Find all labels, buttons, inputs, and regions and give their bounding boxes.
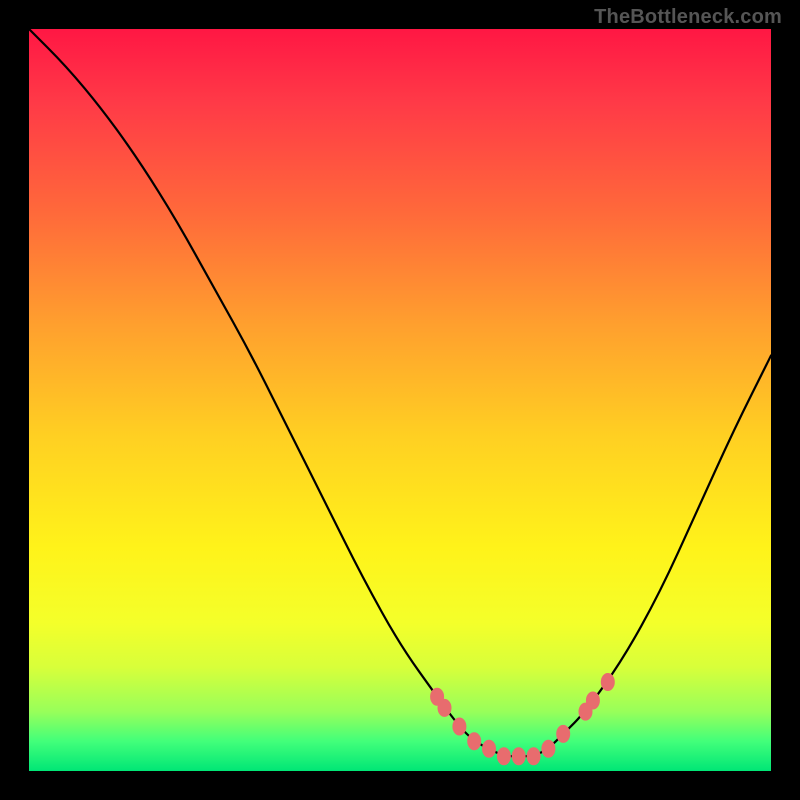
curve-marker: [467, 732, 481, 750]
curve-marker: [452, 718, 466, 736]
curve-markers: [430, 673, 615, 765]
curve-marker: [586, 692, 600, 710]
curve-marker: [601, 673, 615, 691]
plot-area: [29, 29, 771, 771]
curve-marker: [497, 747, 511, 765]
watermark-text: TheBottleneck.com: [594, 6, 782, 29]
curve-marker: [482, 740, 496, 758]
curve-svg: [29, 29, 771, 771]
chart-frame: TheBottleneck.com: [0, 0, 800, 800]
curve-marker: [556, 725, 570, 743]
curve-marker: [512, 747, 526, 765]
curve-marker: [541, 740, 555, 758]
curve-marker: [438, 699, 452, 717]
curve-marker: [527, 747, 541, 765]
bottleneck-curve: [29, 29, 771, 756]
